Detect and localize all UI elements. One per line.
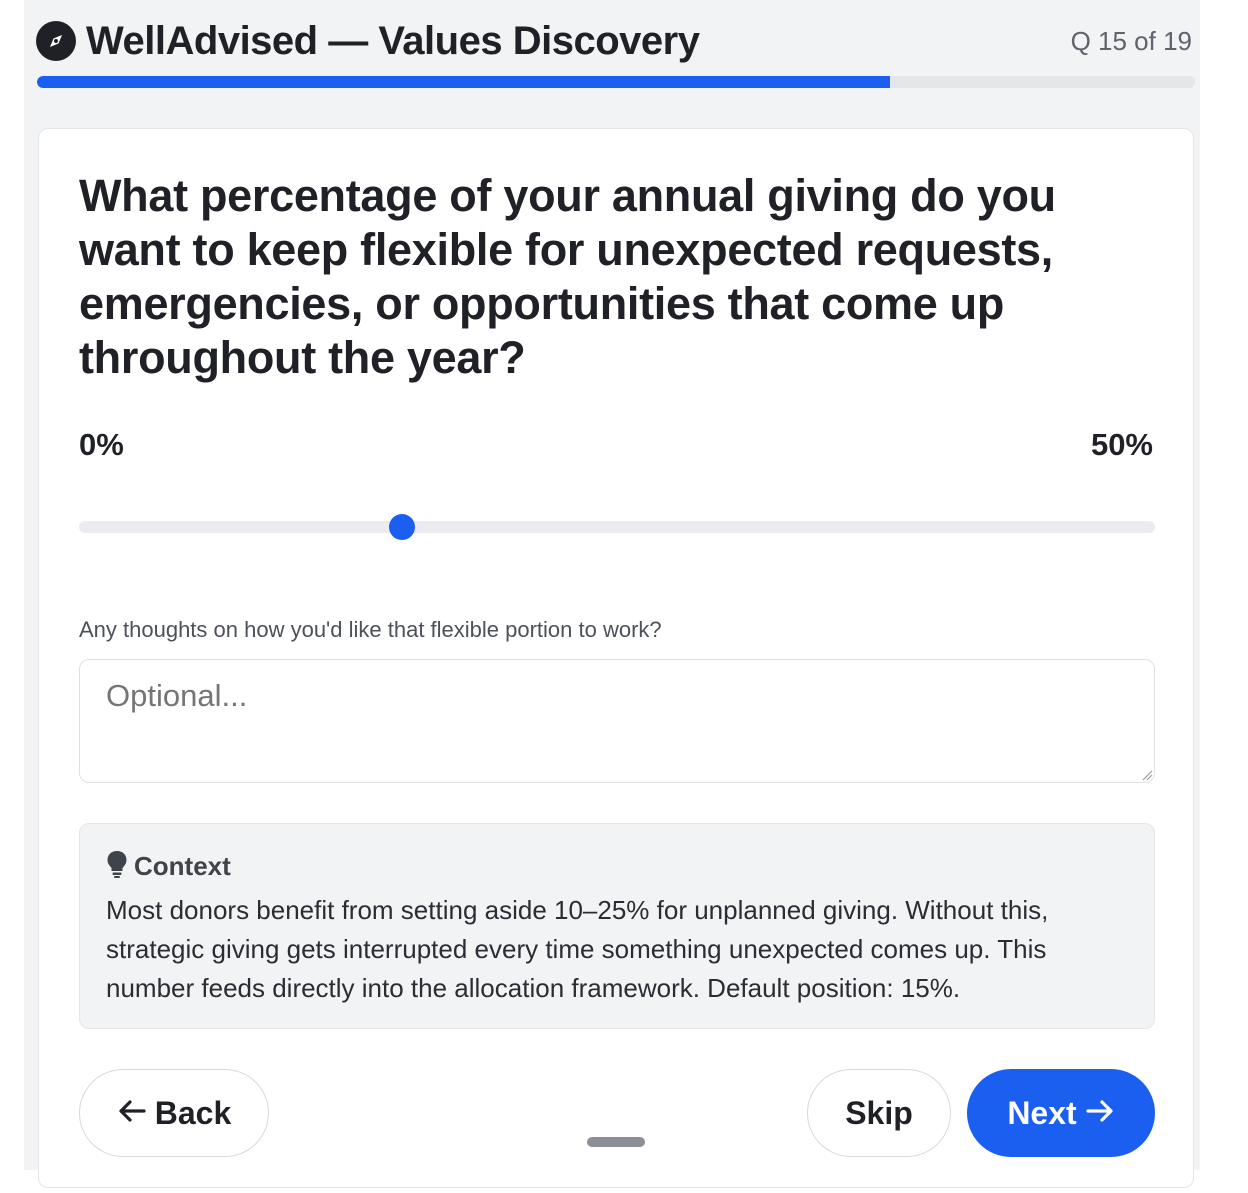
header: WellAdvised — Values Discovery Q 15 of 1… (36, 14, 1196, 68)
notes-label: Any thoughts on how you'd like that flex… (79, 617, 662, 642)
slider-min-label: 0% (79, 427, 124, 462)
notes-input[interactable] (79, 659, 1155, 783)
skip-button-label: Skip (845, 1094, 913, 1131)
next-button-label: Next (1007, 1094, 1077, 1131)
arrow-left-icon (117, 1095, 147, 1132)
back-button-label: Back (154, 1094, 232, 1131)
context-box: Context Most donors benefit from setting… (79, 823, 1155, 1029)
resize-grip-icon[interactable] (1141, 769, 1153, 781)
lightbulb-icon (106, 850, 128, 883)
context-title: Context (134, 851, 231, 881)
home-indicator[interactable] (587, 1137, 645, 1147)
brand: WellAdvised — Values Discovery (36, 18, 700, 64)
progress-fill (37, 76, 891, 88)
skip-button[interactable]: Skip (807, 1069, 951, 1157)
progress-bar (37, 76, 1195, 88)
question-text: What percentage of your annual giving do… (79, 170, 1056, 383)
question-counter: Q 15 of 19 (1070, 25, 1192, 56)
question-card: What percentage of your annual giving do… (38, 128, 1194, 1188)
slider-thumb[interactable] (388, 514, 415, 540)
slider-max-label: 50% (1090, 427, 1153, 462)
next-button[interactable]: Next (967, 1069, 1155, 1157)
compass-icon (36, 21, 76, 61)
app-title: WellAdvised — Values Discovery (86, 18, 700, 63)
context-header: Context (106, 850, 1128, 883)
context-body: Most donors benefit from setting aside 1… (106, 895, 1049, 1003)
back-button[interactable]: Back (79, 1069, 269, 1157)
arrow-right-icon (1085, 1095, 1115, 1132)
percentage-slider[interactable] (79, 514, 1155, 540)
